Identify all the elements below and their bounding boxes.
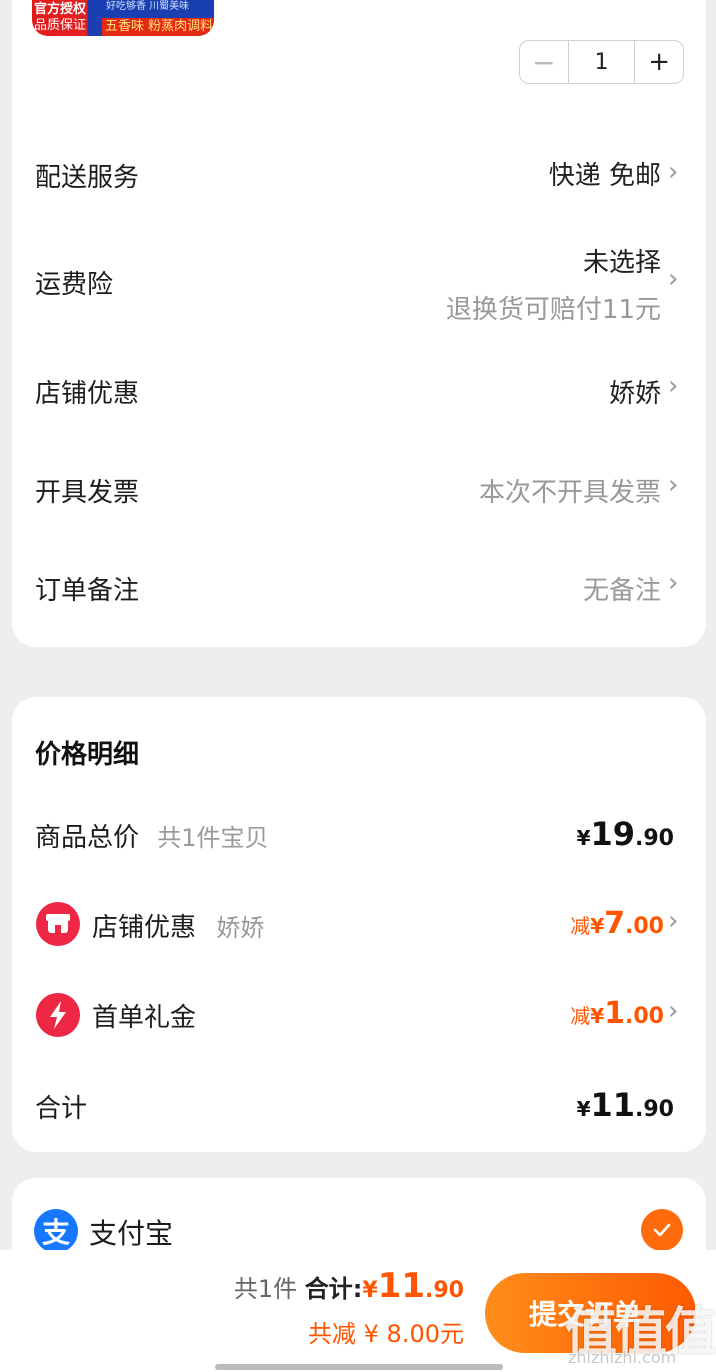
saved-amount: 共减 ¥ 8.00元 bbox=[308, 1320, 464, 1348]
shop-icon bbox=[36, 902, 80, 946]
currency-symbol: ¥ bbox=[576, 826, 591, 850]
order-note-value: 无备注 bbox=[582, 576, 661, 606]
price-decimal: .90 bbox=[635, 1097, 674, 1122]
discount-prefix: 减 bbox=[570, 914, 591, 938]
price-decimal: .90 bbox=[635, 826, 674, 851]
shop-discount-text: 店铺优惠 bbox=[92, 913, 197, 943]
thumb-text-top: 好吃够香 川蜀美味 bbox=[106, 1, 190, 12]
shop-coupon-value: 娇娇 bbox=[608, 379, 661, 409]
discount-prefix: 减 bbox=[570, 1004, 591, 1028]
shop-discount-sub: 娇娇 bbox=[216, 914, 265, 942]
price-decimal: .00 bbox=[625, 1004, 664, 1029]
order-note-label: 订单备注 bbox=[35, 576, 140, 606]
shipping-insurance-label: 运费险 bbox=[35, 270, 114, 300]
shipping-insurance-value: 未选择 bbox=[582, 248, 661, 278]
price-integer: 11 bbox=[590, 1086, 636, 1124]
chevron-right-icon: › bbox=[668, 470, 679, 500]
home-indicator[interactable] bbox=[215, 1364, 503, 1370]
delivery-value: 快递 免邮 bbox=[548, 161, 661, 191]
goods-total-price: ¥19.90 bbox=[577, 815, 674, 853]
first-order-label[interactable]: 首单礼金 bbox=[92, 997, 196, 1034]
price-integer: 1 bbox=[604, 996, 626, 1031]
product-thumbnail[interactable]: 官方授权 好吃够香 川蜀美味 品质保证 五香味 粉蒸肉调料 bbox=[32, 0, 214, 36]
price-integer: 19 bbox=[590, 815, 636, 853]
checkout-total: 共1件 合计:¥11.90 bbox=[234, 1266, 464, 1306]
chevron-right-icon: › bbox=[668, 996, 679, 1026]
price-decimal: .90 bbox=[425, 1278, 464, 1303]
shop-discount-label[interactable]: 店铺优惠 娇娇 bbox=[92, 907, 264, 944]
item-count: 共1件 bbox=[233, 1275, 298, 1303]
invoice-value: 本次不开具发票 bbox=[478, 478, 661, 508]
thumb-text-2: 品质保证 bbox=[34, 18, 87, 33]
invoice-label: 开具发票 bbox=[35, 478, 140, 508]
decrease-button[interactable]: − bbox=[520, 41, 569, 83]
price-decimal: .00 bbox=[625, 914, 664, 939]
chevron-right-icon: › bbox=[668, 568, 679, 598]
currency-symbol: ¥ bbox=[576, 1097, 591, 1121]
thumb-text-1: 官方授权 bbox=[34, 2, 87, 17]
quantity-stepper: − 1 + bbox=[519, 40, 684, 84]
watermark-url: zhizhizhi.com bbox=[568, 1348, 677, 1367]
total-label: 合计: bbox=[304, 1275, 363, 1303]
price-detail-title: 价格明细 bbox=[35, 740, 140, 770]
shop-discount-amount[interactable]: 减¥7.00 bbox=[570, 906, 664, 941]
chevron-right-icon: › bbox=[668, 264, 679, 294]
chevron-right-icon: › bbox=[668, 371, 679, 401]
lightning-icon bbox=[36, 993, 80, 1037]
checkmark-icon[interactable] bbox=[641, 1209, 683, 1251]
alipay-icon: 支 bbox=[34, 1209, 78, 1253]
total-amount: ¥11.90 bbox=[362, 1266, 464, 1306]
currency-symbol: ¥ bbox=[590, 1004, 605, 1028]
shipping-insurance-subvalue: 退换货可赔付11元 bbox=[445, 295, 661, 325]
goods-total-text: 商品总价 bbox=[35, 823, 140, 853]
increase-button[interactable]: + bbox=[635, 41, 683, 83]
thumb-text-tag: 五香味 粉蒸肉调料 bbox=[102, 18, 214, 36]
quantity-value[interactable]: 1 bbox=[569, 41, 636, 83]
shop-coupon-label: 店铺优惠 bbox=[35, 379, 140, 409]
goods-total-label: 商品总价 共1件宝贝 bbox=[35, 817, 269, 854]
price-integer: 7 bbox=[604, 906, 626, 941]
goods-count-text: 共1件宝贝 bbox=[157, 824, 269, 852]
price-integer: 11 bbox=[377, 1266, 426, 1306]
currency-symbol: ¥ bbox=[362, 1278, 378, 1303]
alipay-label[interactable]: 支付宝 bbox=[89, 1212, 173, 1252]
first-order-amount[interactable]: 减¥1.00 bbox=[570, 996, 664, 1031]
chevron-right-icon: › bbox=[668, 906, 679, 936]
currency-symbol: ¥ bbox=[590, 914, 605, 938]
delivery-label: 配送服务 bbox=[35, 163, 140, 193]
chevron-right-icon: › bbox=[668, 157, 679, 187]
sum-price: ¥11.90 bbox=[577, 1086, 674, 1124]
sum-label: 合计 bbox=[35, 1094, 88, 1124]
